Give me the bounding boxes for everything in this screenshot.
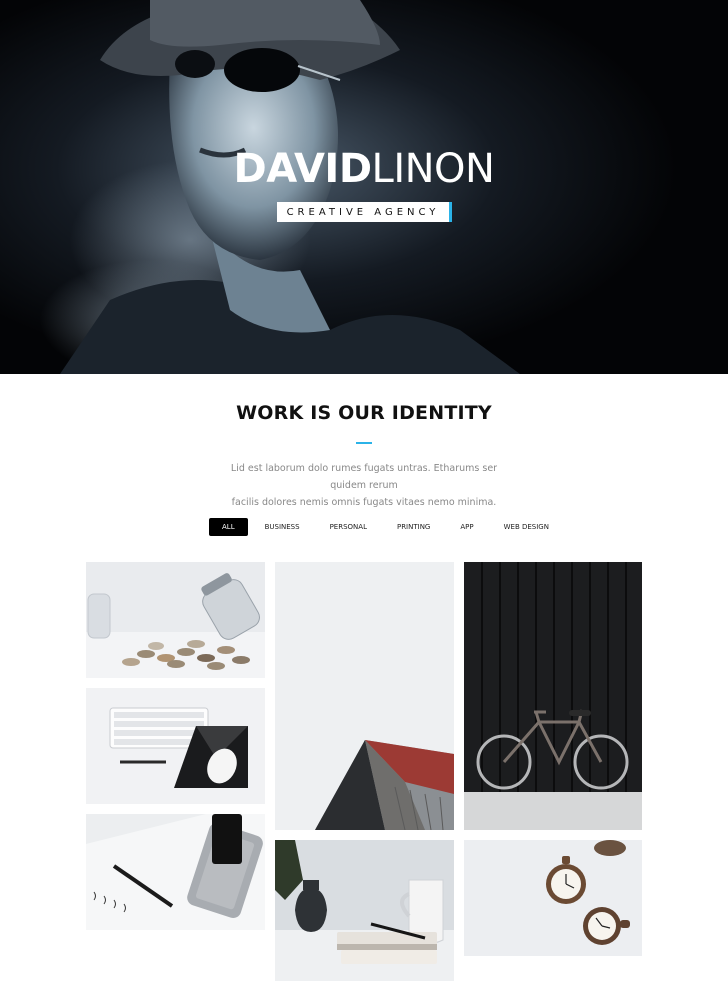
pocket-watches-image [464,840,642,956]
portfolio-filter-bar: ALL BUSINESS PERSONAL PRINTING APP WEB D… [209,518,564,536]
title-accent-line [356,442,372,444]
bicycle-wall-image [464,562,642,830]
keyboard-mouse-image [86,688,265,804]
portfolio-item-barn[interactable] [275,562,454,830]
phone-pen-image [86,814,265,930]
filter-app[interactable]: APP [445,518,488,536]
section-description-line-2: facilis dolores nemis omnis fugats vitae… [231,497,497,508]
hero-title-bold: DAVID [233,146,373,192]
filter-business[interactable]: BUSINESS [250,518,315,536]
portfolio-item-coins[interactable] [86,562,265,678]
section-title: WORK IS OUR IDENTITY [236,402,492,424]
coins-jar-image [86,562,265,678]
hero-title: DAVIDLINON [0,146,728,192]
filter-web-design[interactable]: WEB DESIGN [489,518,564,536]
portfolio-item-book[interactable] [275,840,454,981]
portfolio-item-watches[interactable] [464,840,642,956]
portfolio-item-keyboard[interactable] [86,688,265,804]
book-vase-mug-image [275,840,454,981]
hero-title-light: LINON [371,146,495,192]
filter-personal[interactable]: PERSONAL [315,518,382,536]
section-description-line-1: Lid est laborum dolo rumes fugats untras… [230,463,498,491]
portfolio-item-phone[interactable] [86,814,265,930]
portfolio-item-bicycle[interactable] [464,562,642,830]
hero-subtitle-badge: CREATIVE AGENCY [277,202,452,222]
section-description: Lid est laborum dolo rumes fugats untras… [214,460,514,511]
filter-all[interactable]: ALL [209,518,248,536]
filter-printing[interactable]: PRINTING [382,518,445,536]
barn-roof-image [275,562,454,830]
hero-banner: DAVIDLINON CREATIVE AGENCY [0,0,728,374]
